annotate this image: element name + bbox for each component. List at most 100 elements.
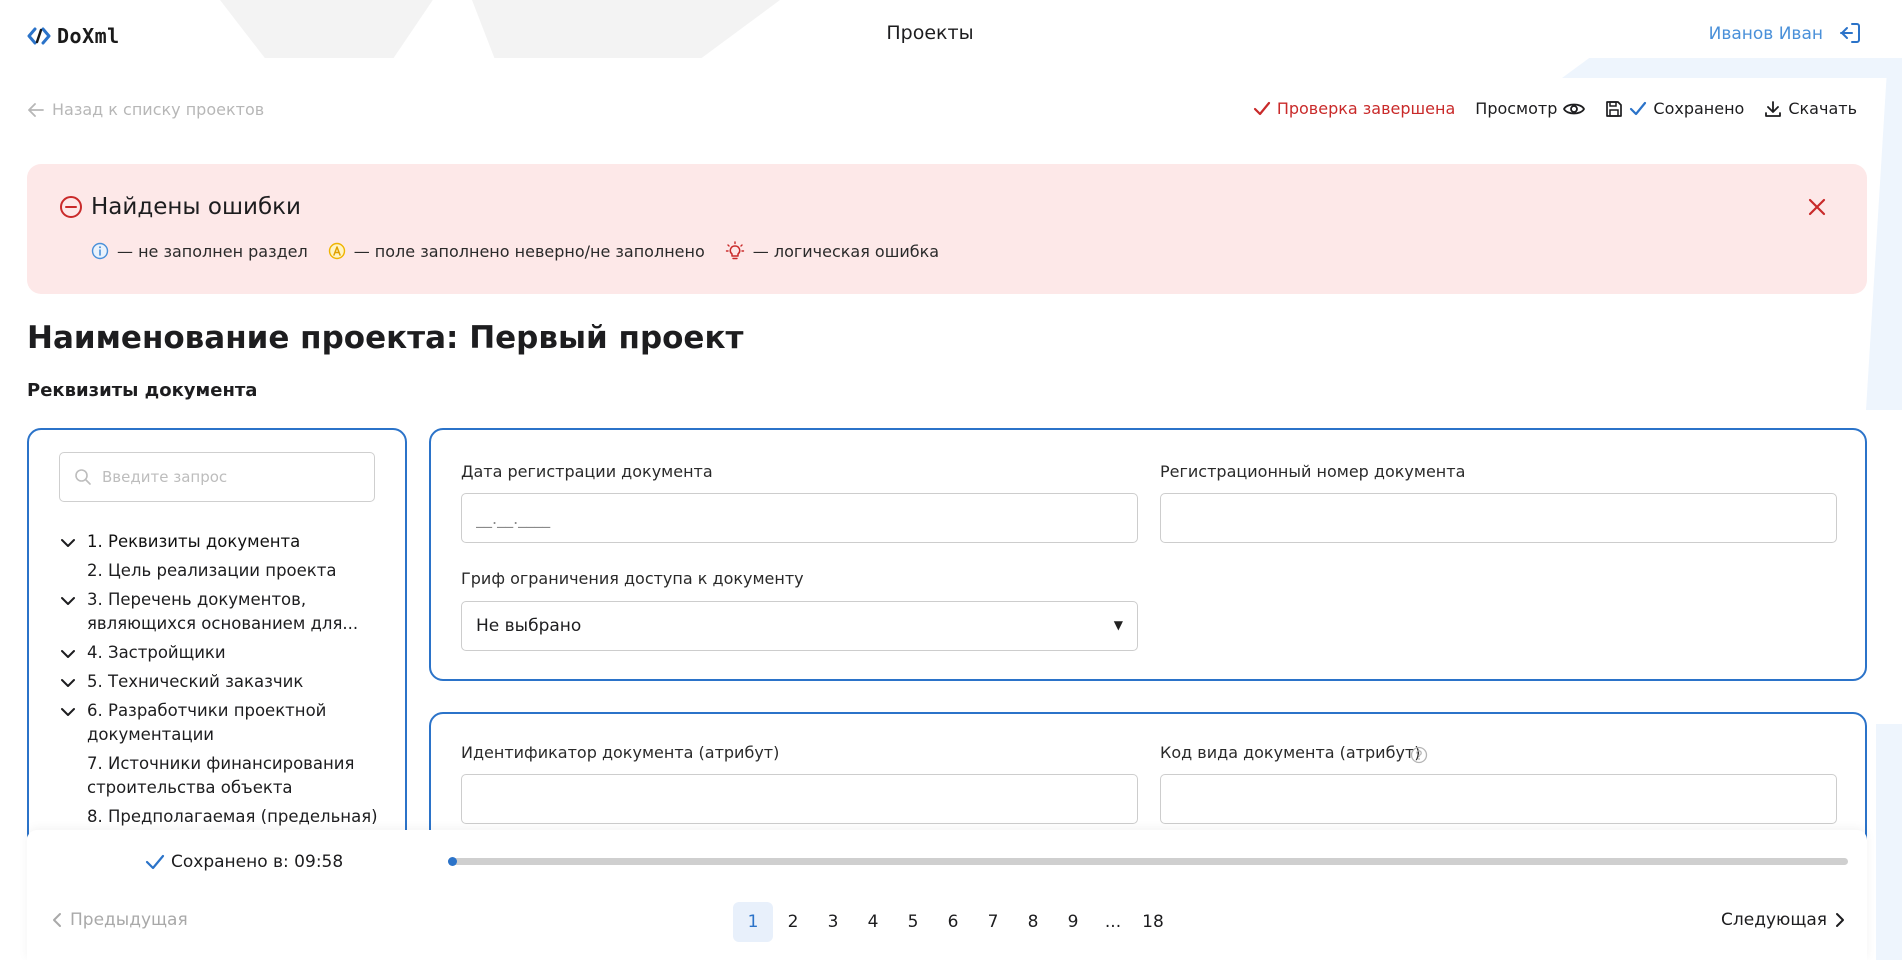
chevron-down-icon[interactable] (61, 647, 75, 661)
toolbar: Проверка завершена Просмотр Сохранено Ск… (1253, 99, 1857, 118)
chevron-down-icon[interactable] (61, 705, 75, 719)
chevron-down-icon[interactable] (61, 536, 75, 550)
access-select[interactable]: Не выбрано ▼ (461, 601, 1138, 651)
next-label: Следующая (1721, 910, 1827, 930)
doc-type-input[interactable] (1161, 775, 1836, 823)
saved-label: Сохранено (1653, 99, 1745, 118)
error-legend: — не заполнен раздел — поле заполнено не… (91, 241, 939, 261)
floppy-disk-icon (1606, 100, 1623, 117)
sidebar-item-documents-list[interactable]: 3. Перечень документов, являющихся основ… (59, 588, 389, 636)
sidebar-item-label: 2. Цель реализации проекта (87, 561, 337, 580)
chevron-left-icon (53, 913, 61, 927)
page-button[interactable]: 4 (853, 902, 893, 942)
sidebar-item-technical-customer[interactable]: 5. Технический заказчик (59, 670, 389, 694)
sidebar-item-label: 1. Реквизиты документа (87, 532, 301, 551)
sidebar-item-estimated-cost[interactable]: 8. Предполагаемая (предельная) (59, 805, 389, 829)
sidebar-item-label: 6. Разработчики проектной документации (87, 701, 327, 744)
download-button[interactable]: Скачать (1764, 99, 1857, 118)
download-icon (1765, 100, 1782, 117)
check-icon (145, 854, 165, 870)
sidebar-item-label: 4. Застройщики (87, 643, 226, 662)
check-status-label: Проверка завершена (1276, 99, 1456, 118)
doc-id-input[interactable] (462, 775, 1137, 823)
sections-nav: 1. Реквизиты документа 2. Цель реализаци… (59, 530, 389, 834)
warning-a-icon (328, 242, 345, 260)
access-select-value: Не выбрано (476, 616, 582, 636)
user-name-link[interactable]: Иванов Иван (1709, 24, 1823, 44)
preview-button[interactable]: Просмотр (1475, 99, 1586, 118)
page-button[interactable]: 2 (773, 902, 813, 942)
minus-circle-icon (60, 196, 82, 218)
reg-date-input[interactable] (462, 494, 1137, 542)
header-title: Проекты (886, 22, 974, 44)
search-icon (75, 469, 91, 485)
page-button[interactable]: 1 (733, 902, 773, 942)
page-button[interactable]: 18 (1133, 902, 1173, 942)
reg-number-input[interactable] (1161, 494, 1836, 542)
page-button[interactable]: 6 (933, 902, 973, 942)
sidebar-item-goal[interactable]: 2. Цель реализации проекта (59, 559, 389, 583)
back-to-projects-link[interactable]: Назад к списку проектов (28, 100, 264, 119)
arrow-left-icon (28, 102, 44, 117)
page-button[interactable]: 5 (893, 902, 933, 942)
reg-date-field (461, 493, 1138, 543)
sections-sidebar: 1. Реквизиты документа 2. Цель реализаци… (27, 428, 407, 848)
reg-date-label: Дата регистрации документа (461, 462, 713, 481)
legend-text: — не заполнен раздел (117, 241, 308, 261)
download-label: Скачать (1788, 99, 1857, 118)
sidebar-item-developers[interactable]: 4. Застройщики (59, 641, 389, 665)
previous-label: Предыдущая (70, 910, 188, 930)
requisites-form-card: Дата регистрации документа Регистрационн… (429, 428, 1867, 681)
preview-label: Просмотр (1475, 99, 1558, 118)
sidebar-item-label: 3. Перечень документов, являющихся основ… (87, 590, 359, 633)
close-icon[interactable] (1807, 197, 1827, 217)
sidebar-item-label: 5. Технический заказчик (87, 672, 304, 691)
check-icon (1253, 101, 1270, 115)
saved-at-status: Сохранено в: 09:58 (145, 852, 343, 872)
legend-text: — поле заполнено неверно/не заполнено (353, 241, 705, 261)
save-status[interactable]: Сохранено (1605, 99, 1744, 118)
doc-type-field (1160, 774, 1837, 824)
top-header: DoXml Проекты Иванов Иван (0, 0, 1902, 70)
sidebar-item-requisites[interactable]: 1. Реквизиты документа (59, 530, 389, 554)
page-ellipsis: ... (1104, 912, 1122, 932)
bottom-panel: Сохранено в: 09:58 Предыдущая 1 2 3 4 5 … (27, 830, 1867, 960)
chevron-right-icon (1836, 913, 1844, 927)
previous-button[interactable]: Предыдущая (52, 910, 188, 930)
sidebar-item-project-developers[interactable]: 6. Разработчики проектной документации (59, 699, 389, 747)
check-icon (1630, 101, 1647, 115)
banner-title: Найдены ошибки (91, 194, 301, 220)
next-button[interactable]: Следующая (1721, 910, 1845, 930)
project-title: Наименование проекта: Первый проект (27, 320, 744, 356)
sidebar-item-financing[interactable]: 7. Источники финансирования строительств… (59, 752, 389, 800)
sidebar-item-label: 8. Предполагаемая (предельная) (87, 807, 378, 826)
info-icon (91, 242, 109, 260)
progress-fill (448, 857, 457, 866)
page-button[interactable]: 3 (813, 902, 853, 942)
progress-bar (448, 857, 1848, 866)
access-label: Гриф ограничения доступа к документу (461, 569, 804, 588)
search-input[interactable] (102, 453, 362, 501)
page-button[interactable]: 7 (973, 902, 1013, 942)
sidebar-search (59, 452, 375, 502)
error-banner: Найдены ошибки — не заполнен раздел — по… (27, 164, 1867, 294)
check-status: Проверка завершена (1253, 99, 1455, 118)
doc-type-label: Код вида документа (атрибут) (1160, 743, 1421, 762)
section-title: Реквизиты документа (27, 380, 258, 401)
sidebar-item-label: 7. Источники финансирования строительств… (87, 754, 355, 797)
background-decoration (1876, 724, 1902, 960)
chevron-down-icon[interactable] (61, 676, 75, 690)
reg-number-field (1160, 493, 1837, 543)
back-link-label: Назад к списку проектов (52, 100, 265, 119)
chevron-down-icon[interactable] (61, 594, 75, 608)
reg-number-label: Регистрационный номер документа (1160, 462, 1466, 481)
help-icon[interactable] (1410, 746, 1428, 764)
bulb-icon (725, 241, 744, 260)
logout-icon[interactable] (1838, 21, 1862, 45)
background-decoration (1866, 60, 1902, 410)
eye-icon (1563, 103, 1586, 114)
legend-text: — логическая ошибка (752, 241, 940, 261)
doc-id-field (461, 774, 1138, 824)
page-button[interactable]: 9 (1053, 902, 1093, 942)
page-button[interactable]: 8 (1013, 902, 1053, 942)
